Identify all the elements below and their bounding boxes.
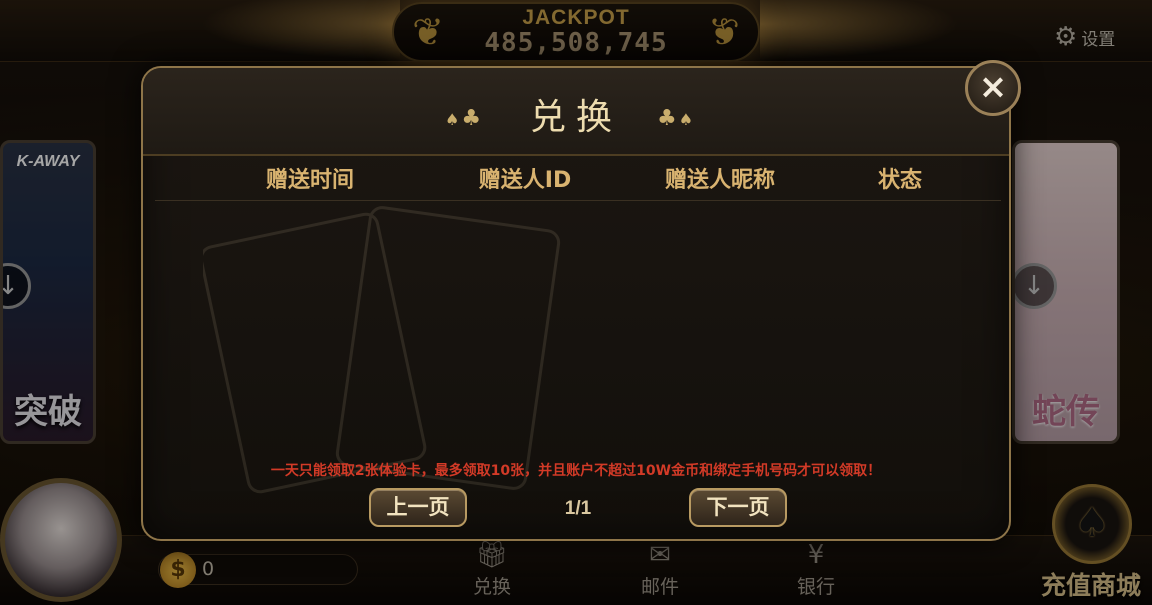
dialog-header: ♠♣ 兑换 ♣♠ xyxy=(143,68,1009,156)
exchange-dialog: ♠♣ 兑换 ♣♠ 赠送时间 赠送人ID 赠送人昵称 状态 一天只能领取2张体验卡… xyxy=(141,66,1011,541)
next-page-button[interactable]: 下一页 xyxy=(689,488,787,527)
page-indicator: 1/1 xyxy=(564,498,592,519)
column-header-gift-time: 赠送时间 xyxy=(265,168,354,193)
suit-icons-right: ♣♠ xyxy=(657,106,696,131)
close-button[interactable]: × xyxy=(965,60,1021,116)
claim-notice: 一天只能领取2张体验卡，最多领取10张，并且账户不超过10W金币和绑定手机号码才… xyxy=(270,463,882,479)
dialog-title: 兑换 xyxy=(529,97,622,138)
previous-page-button[interactable]: 上一页 xyxy=(369,488,467,527)
column-header-status: 状态 xyxy=(877,168,922,193)
column-header-sender-nickname: 赠送人昵称 xyxy=(664,168,775,193)
column-header-sender-id: 赠送人ID xyxy=(478,168,572,193)
table-header: 赠送时间 赠送人ID 赠送人昵称 状态 xyxy=(155,156,1001,201)
